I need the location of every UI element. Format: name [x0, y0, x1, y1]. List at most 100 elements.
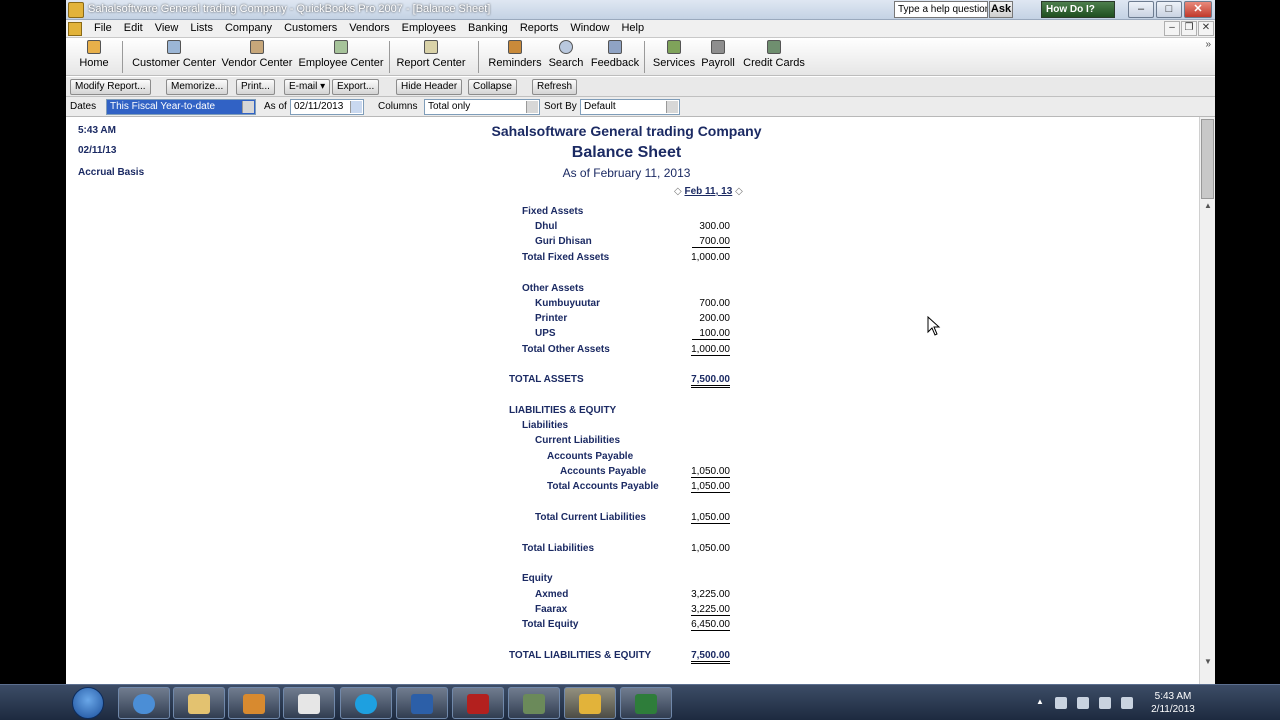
services-button[interactable]: Services [652, 40, 696, 74]
clock-date: 2/11/2013 [1151, 704, 1195, 715]
report-row[interactable]: Total Equity 6,450.00 [66, 619, 1199, 633]
menu-window[interactable]: Window [564, 22, 615, 34]
customer-center-button[interactable]: Customer Center [130, 40, 218, 74]
taskbar-ie-button[interactable] [118, 687, 170, 719]
report-row[interactable]: Axmed 3,225.00 [66, 589, 1199, 603]
tray-signal-icon[interactable] [1099, 697, 1111, 709]
report-row[interactable]: TOTAL LIABILITIES & EQUITY 7,500.00 [66, 650, 1199, 664]
minimize-button[interactable]: – [1128, 1, 1154, 18]
report-row[interactable]: Kumbuyuutar 700.00 [66, 298, 1199, 312]
report-row[interactable]: Accounts Payable 1,050.00 [66, 466, 1199, 480]
taskbar-word-button[interactable] [396, 687, 448, 719]
maximize-button[interactable]: □ [1156, 1, 1182, 18]
dropdown-arrow-icon[interactable] [666, 101, 678, 113]
menu-help[interactable]: Help [615, 22, 650, 34]
credit-cards-button[interactable]: Credit Cards [742, 40, 806, 74]
report-row[interactable]: Total Current Liabilities 1,050.00 [66, 512, 1199, 526]
vertical-scrollbar[interactable]: ▲ ▼ [1199, 117, 1215, 684]
report-row[interactable]: Total Liabilities 1,050.00 [66, 543, 1199, 557]
home-button[interactable]: Home [76, 40, 112, 74]
report-close-button[interactable]: ✕ [1198, 21, 1214, 36]
menu-file[interactable]: File [88, 22, 118, 34]
scroll-up-icon[interactable]: ▲ [1202, 201, 1214, 211]
sort-by-select[interactable]: Default [580, 99, 680, 115]
report-row[interactable]: Total Fixed Assets 1,000.00 [66, 252, 1199, 266]
feedback-button[interactable]: Feedback [590, 40, 640, 74]
menu-company[interactable]: Company [219, 22, 278, 34]
vendor-center-button[interactable]: Vendor Center [220, 40, 294, 74]
menu-lists[interactable]: Lists [184, 22, 219, 34]
memorize-button[interactable]: Memorize... [166, 79, 229, 95]
hide-header-button[interactable]: Hide Header [396, 79, 463, 95]
dropdown-arrow-icon[interactable] [242, 101, 254, 113]
print-button[interactable]: Print... [236, 79, 275, 95]
report-row[interactable]: Equity [66, 573, 1199, 587]
how-do-i-button[interactable]: How Do I? [1041, 1, 1115, 18]
collapse-button[interactable]: Collapse [468, 79, 517, 95]
report-row[interactable]: Fixed Assets [66, 206, 1199, 220]
column-header[interactable]: ◇ Feb 11, 13 ◇ [674, 186, 743, 197]
report-row[interactable]: Other Assets [66, 283, 1199, 297]
tray-network-icon[interactable] [1077, 697, 1089, 709]
start-button[interactable] [72, 687, 104, 719]
help-question-input[interactable]: Type a help question [894, 1, 988, 18]
taskbar-skype-button[interactable] [340, 687, 392, 719]
report-row[interactable]: Liabilities [66, 420, 1199, 434]
balance-sheet-report[interactable]: 5:43 AM 02/11/13 Accrual Basis Sahalsoft… [66, 117, 1199, 684]
report-row[interactable]: UPS 100.00 [66, 328, 1199, 342]
report-row[interactable]: Total Accounts Payable 1,050.00 [66, 481, 1199, 495]
reminders-button[interactable]: Reminders [488, 40, 542, 74]
report-row[interactable]: LIABILITIES & EQUITY [66, 405, 1199, 419]
export-button[interactable]: Export... [332, 79, 380, 95]
report-row[interactable]: TOTAL ASSETS 7,500.00 [66, 374, 1199, 388]
taskbar-quickbooks-button[interactable] [564, 687, 616, 719]
column-resize-icon[interactable]: ◇ [735, 186, 743, 197]
scrollbar-thumb[interactable] [1201, 119, 1214, 199]
close-button[interactable]: ✕ [1184, 1, 1212, 18]
menu-reports[interactable]: Reports [514, 22, 565, 34]
report-row[interactable]: Faarax 3,225.00 [66, 604, 1199, 618]
search-button[interactable]: Search [548, 40, 584, 74]
menu-edit[interactable]: Edit [118, 22, 149, 34]
report-window-icon[interactable] [68, 22, 82, 36]
calendar-icon[interactable] [350, 101, 362, 113]
report-center-button[interactable]: Report Center [396, 40, 466, 74]
column-resize-icon[interactable]: ◇ [674, 186, 682, 197]
report-restore-button[interactable]: ❐ [1181, 21, 1197, 36]
menu-banking[interactable]: Banking [462, 22, 514, 34]
report-row[interactable]: Guri Dhisan 700.00 [66, 236, 1199, 250]
refresh-button[interactable]: Refresh [532, 79, 578, 95]
menu-vendors[interactable]: Vendors [343, 22, 395, 34]
more-icons-chevron-icon[interactable]: » [1205, 39, 1211, 50]
taskbar-media-button[interactable] [228, 687, 280, 719]
taskbar-explorer-button[interactable] [173, 687, 225, 719]
as-of-date-input[interactable]: 02/11/2013 [290, 99, 364, 115]
dates-select[interactable]: This Fiscal Year-to-date [106, 99, 256, 115]
report-row[interactable]: Printer 200.00 [66, 313, 1199, 327]
taskbar-acrobat-button[interactable] [452, 687, 504, 719]
report-row[interactable]: Total Other Assets 1,000.00 [66, 344, 1199, 358]
payroll-button[interactable]: Payroll [700, 40, 736, 74]
tray-expand-icon[interactable]: ▲ [1036, 697, 1044, 709]
report-row[interactable]: Dhul 300.00 [66, 221, 1199, 235]
modify-report-button[interactable]: Modify Report... [70, 79, 151, 95]
taskbar-clock[interactable]: 5:43 AM 2/11/2013 [1143, 690, 1203, 716]
taskbar-app-button[interactable] [508, 687, 560, 719]
dropdown-arrow-icon[interactable] [526, 101, 538, 113]
report-minimize-button[interactable]: – [1164, 21, 1180, 36]
taskbar-window-button[interactable] [283, 687, 335, 719]
ask-button[interactable]: Ask [989, 1, 1013, 18]
quickbooks-app-icon[interactable] [68, 2, 84, 18]
columns-select[interactable]: Total only [424, 99, 540, 115]
report-row[interactable]: Accounts Payable [66, 451, 1199, 465]
email-button[interactable]: E-mail ▾ [284, 79, 331, 95]
employee-center-button[interactable]: Employee Center [298, 40, 384, 74]
tray-volume-icon[interactable] [1121, 697, 1133, 709]
menu-customers[interactable]: Customers [278, 22, 343, 34]
menu-employees[interactable]: Employees [396, 22, 462, 34]
menu-view[interactable]: View [149, 22, 185, 34]
tray-flag-icon[interactable] [1055, 697, 1067, 709]
taskbar-excel-button[interactable] [620, 687, 672, 719]
report-row[interactable]: Current Liabilities [66, 435, 1199, 449]
scroll-down-icon[interactable]: ▼ [1202, 657, 1214, 667]
